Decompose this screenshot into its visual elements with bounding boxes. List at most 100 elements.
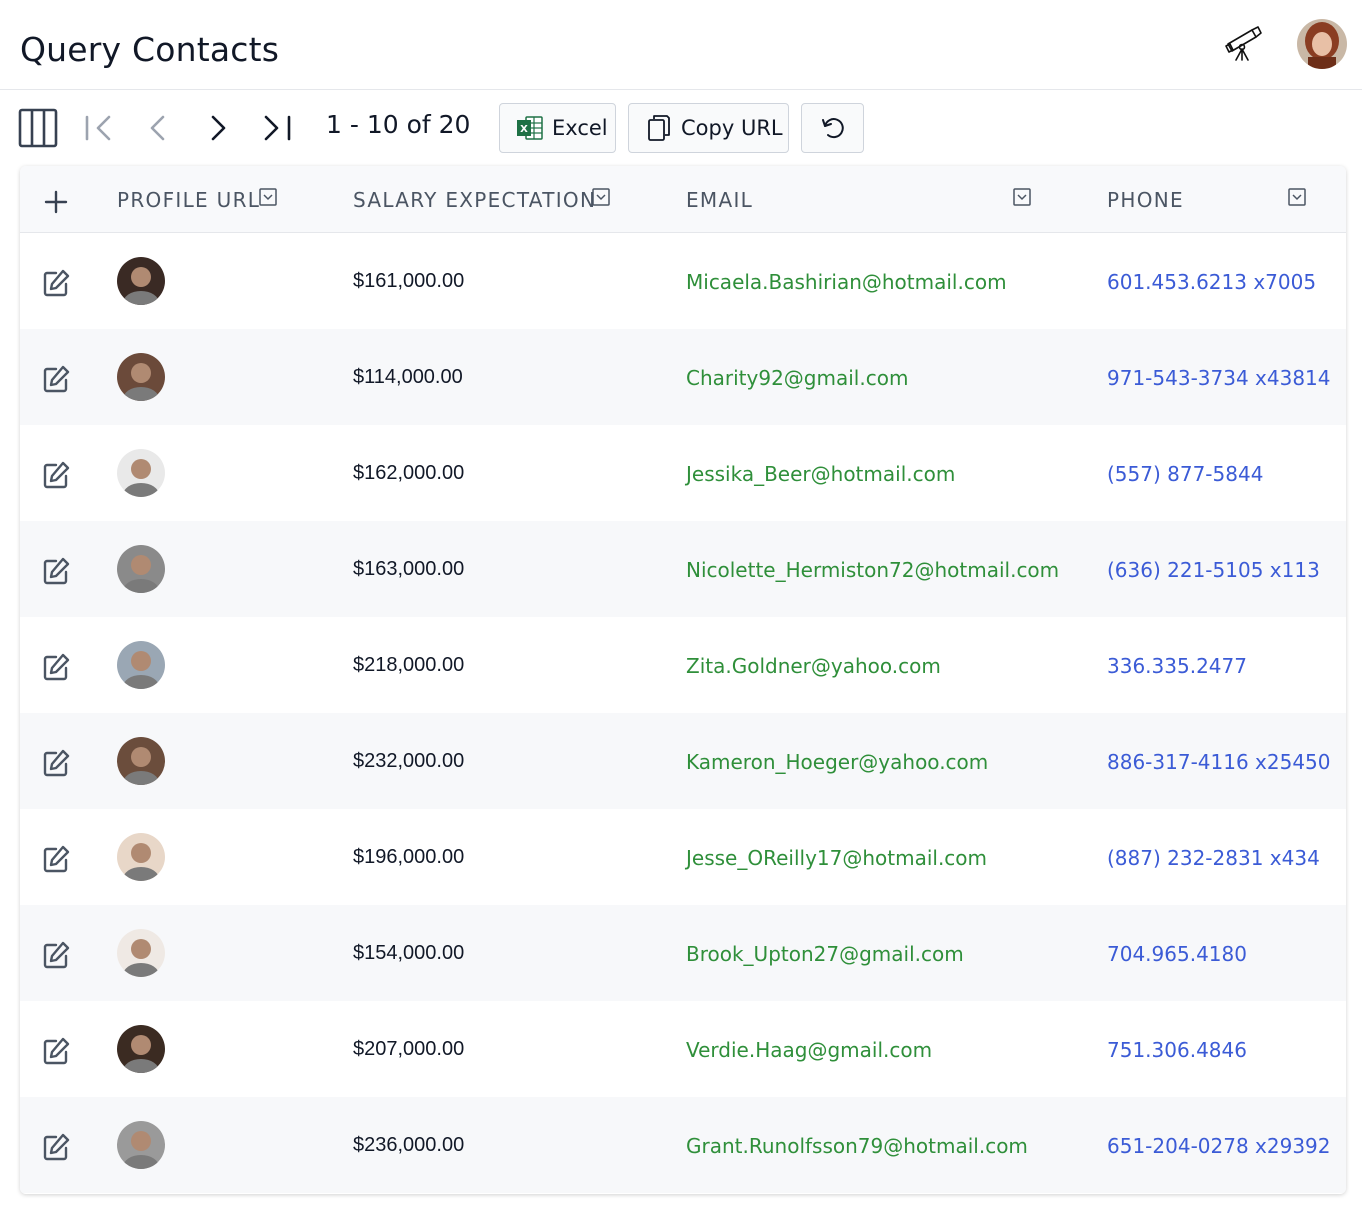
- columns-icon[interactable]: [18, 108, 58, 148]
- table-row: $232,000.00 Kameron_Hoeger@yahoo.com 886-3…: [20, 713, 1346, 809]
- edit-icon[interactable]: [41, 844, 71, 874]
- profile-avatar: [117, 641, 165, 689]
- avatar-face: [131, 747, 151, 767]
- column-header-email[interactable]: EMAIL: [686, 188, 753, 212]
- salary-value: $218,000.00: [353, 654, 465, 676]
- edit-icon[interactable]: [41, 652, 71, 682]
- email-link[interactable]: Jesse_OReilly17@hotmail.com: [686, 846, 987, 870]
- salary-value: $162,000.00: [353, 462, 465, 484]
- copy-icon: [648, 115, 670, 141]
- column-header-profile-url[interactable]: PROFILE URL: [117, 188, 260, 212]
- avatar-face: [131, 459, 151, 479]
- avatar-face: [131, 843, 151, 863]
- pagination-range: 1 - 10 of 20: [326, 110, 471, 139]
- edit-icon[interactable]: [41, 1036, 71, 1066]
- table-row: $162,000.00 Jessika_Beer@hotmail.com (557)…: [20, 425, 1346, 521]
- edit-icon[interactable]: [41, 268, 71, 298]
- prev-page-icon[interactable]: [146, 114, 170, 142]
- email-link[interactable]: Brook_Upton27@gmail.com: [686, 942, 964, 966]
- table-row: $154,000.00 Brook_Upton27@gmail.com 704.96…: [20, 905, 1346, 1001]
- avatar-face: [131, 939, 151, 959]
- phone-link[interactable]: 651-204-0278 x29392: [1107, 1134, 1331, 1158]
- edit-icon[interactable]: [41, 940, 71, 970]
- column-menu-icon[interactable]: [1288, 188, 1306, 206]
- email-link[interactable]: Grant.Runolfsson79@hotmail.com: [686, 1134, 1028, 1158]
- phone-link[interactable]: 751.306.4846: [1107, 1038, 1247, 1062]
- column-menu-icon[interactable]: [592, 188, 610, 206]
- telescope-icon[interactable]: [1222, 22, 1264, 62]
- avatar-face: [131, 651, 151, 671]
- salary-value: $114,000.00: [353, 366, 463, 388]
- first-page-icon[interactable]: [84, 114, 114, 142]
- profile-avatar: [117, 257, 165, 305]
- table-row: $218,000.00 Zita.Goldner@yahoo.com 336.335…: [20, 617, 1346, 713]
- edit-icon[interactable]: [41, 364, 71, 394]
- edit-icon[interactable]: [41, 460, 71, 490]
- salary-value: $161,000.00: [353, 270, 465, 292]
- add-row-icon[interactable]: [44, 190, 68, 214]
- excel-export-button[interactable]: X Excel: [499, 103, 616, 153]
- email-link[interactable]: Charity92@gmail.com: [686, 366, 908, 390]
- profile-avatar: [117, 545, 165, 593]
- edit-icon[interactable]: [41, 556, 71, 586]
- profile-avatar: [117, 353, 165, 401]
- salary-value: $196,000.00: [353, 846, 465, 868]
- column-header-salary[interactable]: SALARY EXPECTATION: [353, 188, 596, 212]
- reset-button[interactable]: [801, 103, 864, 153]
- salary-value: $236,000.00: [353, 1134, 465, 1156]
- table-row: $196,000.00 Jesse_OReilly17@hotmail.com (8…: [20, 809, 1346, 905]
- email-link[interactable]: Micaela.Bashirian@hotmail.com: [686, 270, 1007, 294]
- avatar-face: [131, 267, 151, 287]
- salary-value: $232,000.00: [353, 750, 465, 772]
- column-menu-icon[interactable]: [259, 188, 277, 206]
- svg-text:X: X: [520, 124, 528, 135]
- email-link[interactable]: Nicolette_Hermiston72@hotmail.com: [686, 558, 1059, 582]
- excel-icon: X: [517, 116, 543, 140]
- column-header-phone[interactable]: PHONE: [1107, 188, 1184, 212]
- table-row: $163,000.00 Nicolette_Hermiston72@hotmail…: [20, 521, 1346, 617]
- table-row: $161,000.00 Micaela.Bashirian@hotmail.com…: [20, 233, 1346, 329]
- page-header: Query Contacts: [0, 0, 1362, 90]
- avatar-face: [131, 363, 151, 383]
- excel-label: Excel: [552, 116, 608, 140]
- profile-avatar: [117, 449, 165, 497]
- phone-link[interactable]: 704.965.4180: [1107, 942, 1247, 966]
- salary-value: $154,000.00: [353, 942, 465, 964]
- copy-url-label: Copy URL: [681, 116, 783, 140]
- grid-header: PROFILE URL SALARY EXPECTATION EMAIL PHO…: [20, 166, 1346, 233]
- reset-icon: [821, 118, 844, 139]
- salary-value: $163,000.00: [353, 558, 465, 580]
- salary-value: $207,000.00: [353, 1038, 465, 1060]
- table-row: $207,000.00 Verdie.Haag@gmail.com 751.306.…: [20, 1001, 1346, 1097]
- profile-avatar: [117, 1025, 165, 1073]
- profile-avatar: [117, 929, 165, 977]
- phone-link[interactable]: (557) 877-5844: [1107, 462, 1263, 486]
- email-link[interactable]: Verdie.Haag@gmail.com: [686, 1038, 932, 1062]
- profile-avatar: [117, 737, 165, 785]
- email-link[interactable]: Jessika_Beer@hotmail.com: [686, 462, 955, 486]
- email-link[interactable]: Zita.Goldner@yahoo.com: [686, 654, 941, 678]
- email-link[interactable]: Kameron_Hoeger@yahoo.com: [686, 750, 988, 774]
- phone-link[interactable]: 601.453.6213 x7005: [1107, 270, 1316, 294]
- edit-icon[interactable]: [41, 748, 71, 778]
- last-page-icon[interactable]: [262, 114, 292, 142]
- phone-link[interactable]: (636) 221-5105 x113: [1107, 558, 1320, 582]
- phone-link[interactable]: (887) 232-2831 x434: [1107, 846, 1320, 870]
- avatar-face: [131, 1035, 151, 1055]
- profile-avatar: [117, 1121, 165, 1169]
- page-title: Query Contacts: [20, 30, 280, 69]
- table-row: $114,000.00 Charity92@gmail.com 971-543-37…: [20, 329, 1346, 425]
- copy-url-button[interactable]: Copy URL: [628, 103, 789, 153]
- phone-link[interactable]: 886-317-4116 x25450: [1107, 750, 1331, 774]
- phone-link[interactable]: 336.335.2477: [1107, 654, 1247, 678]
- next-page-icon[interactable]: [206, 114, 230, 142]
- profile-avatar: [117, 833, 165, 881]
- phone-link[interactable]: 971-543-3734 x43814: [1107, 366, 1331, 390]
- avatar-face: [131, 1131, 151, 1151]
- user-avatar[interactable]: [1297, 19, 1347, 69]
- edit-icon[interactable]: [41, 1132, 71, 1162]
- column-menu-icon[interactable]: [1013, 188, 1031, 206]
- avatar-face: [131, 555, 151, 575]
- contacts-grid: PROFILE URL SALARY EXPECTATION EMAIL PHO…: [20, 166, 1346, 1194]
- table-row: $236,000.00 Grant.Runolfsson79@hotmail.co…: [20, 1097, 1346, 1193]
